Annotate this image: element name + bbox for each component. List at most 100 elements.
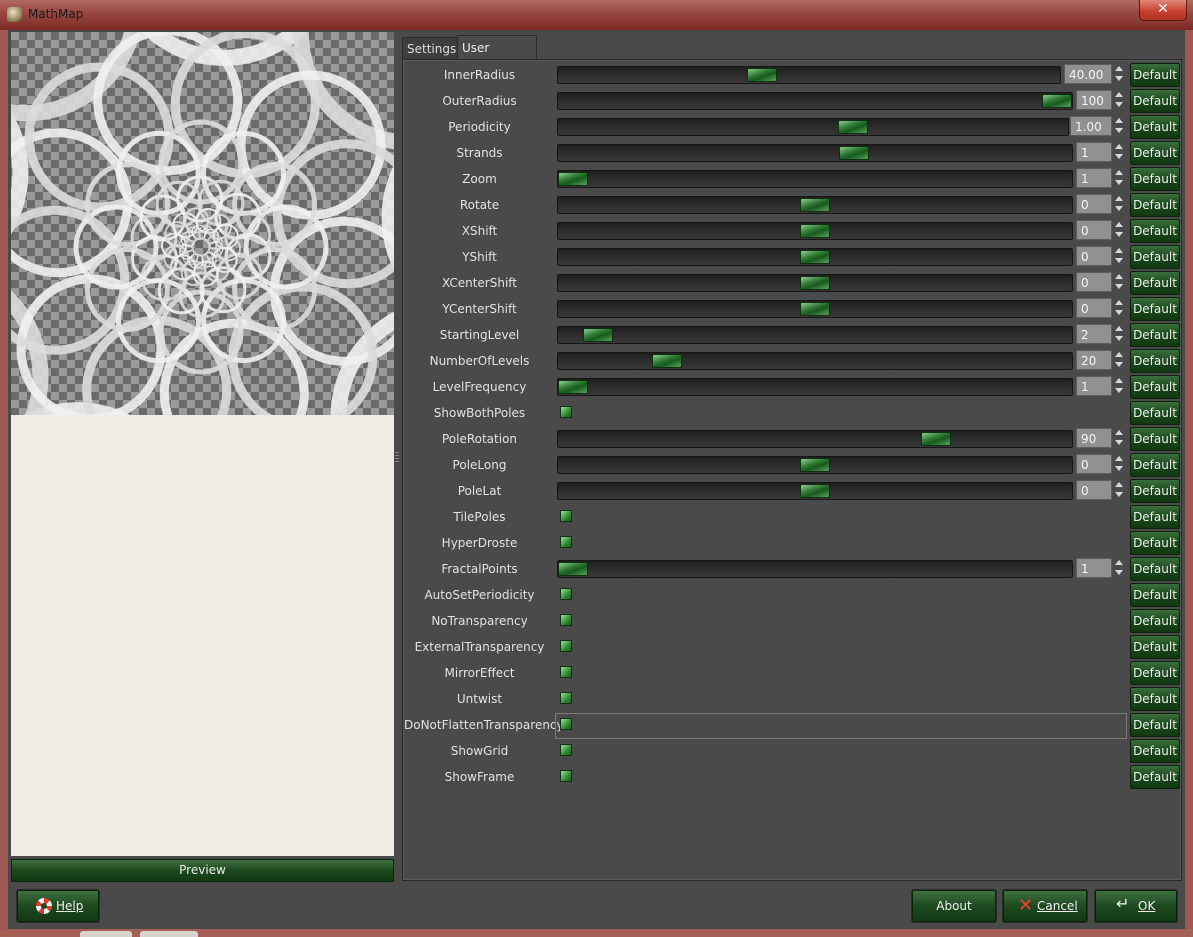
spin-down-icon[interactable] [1115,284,1123,289]
spin-up-icon[interactable] [1115,92,1123,97]
checkbox-hyper-droste[interactable] [560,536,572,548]
spin-arrows[interactable] [1114,558,1125,578]
default-button-starting-level[interactable]: Default [1130,323,1180,347]
spin-up-icon[interactable] [1115,170,1123,175]
slider-periodicity[interactable] [557,118,1069,136]
slider-handle[interactable] [800,224,830,238]
preview-button[interactable]: Preview [11,859,394,882]
spin-arrows[interactable] [1114,298,1125,318]
spin-down-icon[interactable] [1115,128,1123,133]
tab-settings[interactable]: Settings [402,37,460,60]
slider-ycenter-shift[interactable] [557,300,1073,318]
spin-arrows[interactable] [1114,220,1125,240]
value-input-xcenter-shift[interactable]: 0 [1076,272,1112,292]
about-button[interactable]: About [912,890,996,922]
checkbox-no-transparency[interactable] [560,614,572,626]
default-button-periodicity[interactable]: Default [1130,115,1180,139]
spin-up-icon[interactable] [1115,222,1123,227]
spin-arrows[interactable] [1114,324,1125,344]
value-input-level-frequency[interactable]: 1 [1076,376,1112,396]
checkbox-tile-poles[interactable] [560,510,572,522]
spin-up-icon[interactable] [1115,300,1123,305]
spin-up-icon[interactable] [1115,248,1123,253]
spin-arrows[interactable] [1114,454,1125,474]
slider-handle[interactable] [558,562,588,576]
value-input-zoom[interactable]: 1 [1076,168,1112,188]
cancel-button[interactable]: ✕ Cancel [1003,890,1087,922]
default-button-tile-poles[interactable]: Default [1130,505,1180,529]
spin-down-icon[interactable] [1115,154,1123,159]
spin-arrows[interactable] [1114,116,1125,136]
value-input-ycenter-shift[interactable]: 0 [1076,298,1112,318]
slider-number-of-levels[interactable] [557,352,1073,370]
default-button-ycenter-shift[interactable]: Default [1130,297,1180,321]
spin-up-icon[interactable] [1115,144,1123,149]
default-button-rotate[interactable]: Default [1130,193,1180,217]
spin-arrows[interactable] [1114,194,1125,214]
default-button-mirror-effect[interactable]: Default [1130,661,1180,685]
slider-xshift[interactable] [557,222,1073,240]
default-button-do-not-flatten-transparency[interactable]: Default [1130,713,1180,737]
spin-down-icon[interactable] [1115,570,1123,575]
value-input-starting-level[interactable]: 2 [1076,324,1112,344]
value-input-strands[interactable]: 1 [1076,142,1112,162]
spin-down-icon[interactable] [1115,310,1123,315]
slider-outer-radius[interactable] [557,92,1073,110]
tab-user-values[interactable]: User Values [457,35,537,79]
slider-handle[interactable] [839,146,869,160]
slider-handle[interactable] [558,172,588,186]
ok-button[interactable]: ↵ OK [1095,890,1177,922]
default-button-show-grid[interactable]: Default [1130,739,1180,763]
spin-down-icon[interactable] [1115,466,1123,471]
spin-arrows[interactable] [1114,64,1125,84]
slider-handle[interactable] [800,198,830,212]
slider-strands[interactable] [557,144,1073,162]
checkbox-external-transparency[interactable] [560,640,572,652]
default-button-outer-radius[interactable]: Default [1130,89,1180,113]
default-button-number-of-levels[interactable]: Default [1130,349,1180,373]
spin-down-icon[interactable] [1115,492,1123,497]
spin-up-icon[interactable] [1115,196,1123,201]
slider-handle[interactable] [800,484,830,498]
default-button-pole-rotation[interactable]: Default [1130,427,1180,451]
default-button-pole-long[interactable]: Default [1130,453,1180,477]
slider-handle[interactable] [800,276,830,290]
checkbox-untwist[interactable] [560,692,572,704]
default-button-fractal-points[interactable]: Default [1130,557,1180,581]
value-input-outer-radius[interactable]: 100 [1076,90,1112,110]
slider-handle[interactable] [800,250,830,264]
spin-down-icon[interactable] [1115,206,1123,211]
slider-pole-rotation[interactable] [557,430,1073,448]
checkbox-show-both-poles[interactable] [560,406,572,418]
default-button-yshift[interactable]: Default [1130,245,1180,269]
spin-up-icon[interactable] [1115,326,1123,331]
default-button-untwist[interactable]: Default [1130,687,1180,711]
value-input-periodicity[interactable]: 1.00 [1070,116,1112,136]
slider-level-frequency[interactable] [557,378,1073,396]
spin-arrows[interactable] [1114,246,1125,266]
spin-arrows[interactable] [1114,168,1125,188]
spin-down-icon[interactable] [1115,76,1123,81]
slider-handle[interactable] [558,380,588,394]
spin-down-icon[interactable] [1115,362,1123,367]
spin-up-icon[interactable] [1115,118,1123,123]
spin-up-icon[interactable] [1115,560,1123,565]
value-input-inner-radius[interactable]: 40.00 [1064,64,1112,84]
spin-arrows[interactable] [1114,428,1125,448]
default-button-zoom[interactable]: Default [1130,167,1180,191]
help-button[interactable]: Help [17,890,99,922]
default-button-xshift[interactable]: Default [1130,219,1180,243]
default-button-xcenter-shift[interactable]: Default [1130,271,1180,295]
spin-arrows[interactable] [1114,350,1125,370]
spin-down-icon[interactable] [1115,388,1123,393]
default-button-show-frame[interactable]: Default [1130,765,1180,789]
value-input-pole-long[interactable]: 0 [1076,454,1112,474]
slider-rotate[interactable] [557,196,1073,214]
slider-yshift[interactable] [557,248,1073,266]
value-input-fractal-points[interactable]: 1 [1076,558,1112,578]
checkbox-mirror-effect[interactable] [560,666,572,678]
spin-down-icon[interactable] [1115,232,1123,237]
spin-up-icon[interactable] [1115,378,1123,383]
spin-up-icon[interactable] [1115,274,1123,279]
value-input-pole-lat[interactable]: 0 [1076,480,1112,500]
